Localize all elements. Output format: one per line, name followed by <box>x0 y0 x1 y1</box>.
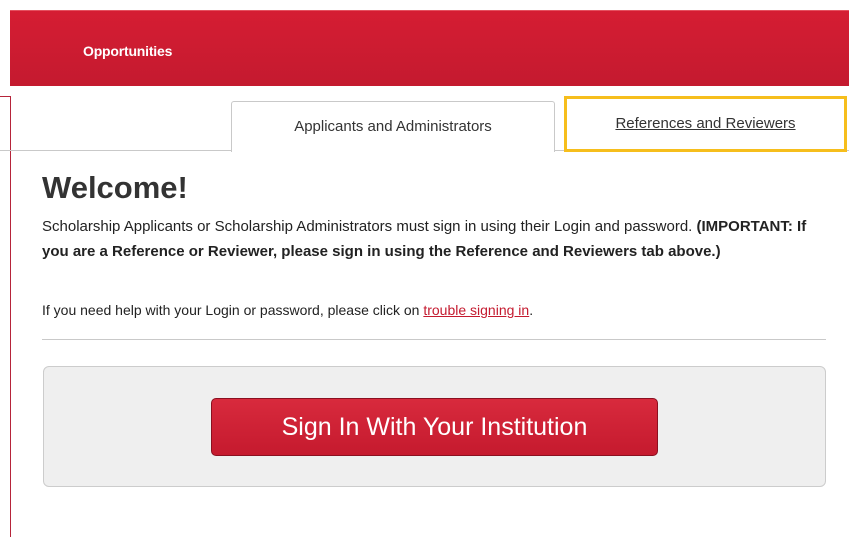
sign-in-with-institution-button[interactable]: Sign In With Your Institution <box>211 398 658 456</box>
trouble-signing-in-link[interactable]: trouble signing in <box>423 302 529 318</box>
page-title: Welcome! <box>42 170 188 205</box>
welcome-intro: Scholarship Applicants or Scholarship Ad… <box>42 214 812 264</box>
help-suffix: . <box>529 302 534 318</box>
content-divider <box>42 339 826 340</box>
page-left-border-stub <box>0 96 10 97</box>
intro-text: Scholarship Applicants or Scholarship Ad… <box>42 218 693 235</box>
tab-references-and-reviewers[interactable]: References and Reviewers <box>564 96 847 152</box>
help-prefix: If you need help with your Login or pass… <box>42 302 420 318</box>
tab-applicants-and-administrators[interactable]: Applicants and Administrators <box>231 101 555 152</box>
help-line: If you need help with your Login or pass… <box>42 302 533 318</box>
page-left-border <box>10 96 11 537</box>
header-bar: Opportunities <box>10 10 849 86</box>
nav-opportunities[interactable]: Opportunities <box>83 43 172 59</box>
